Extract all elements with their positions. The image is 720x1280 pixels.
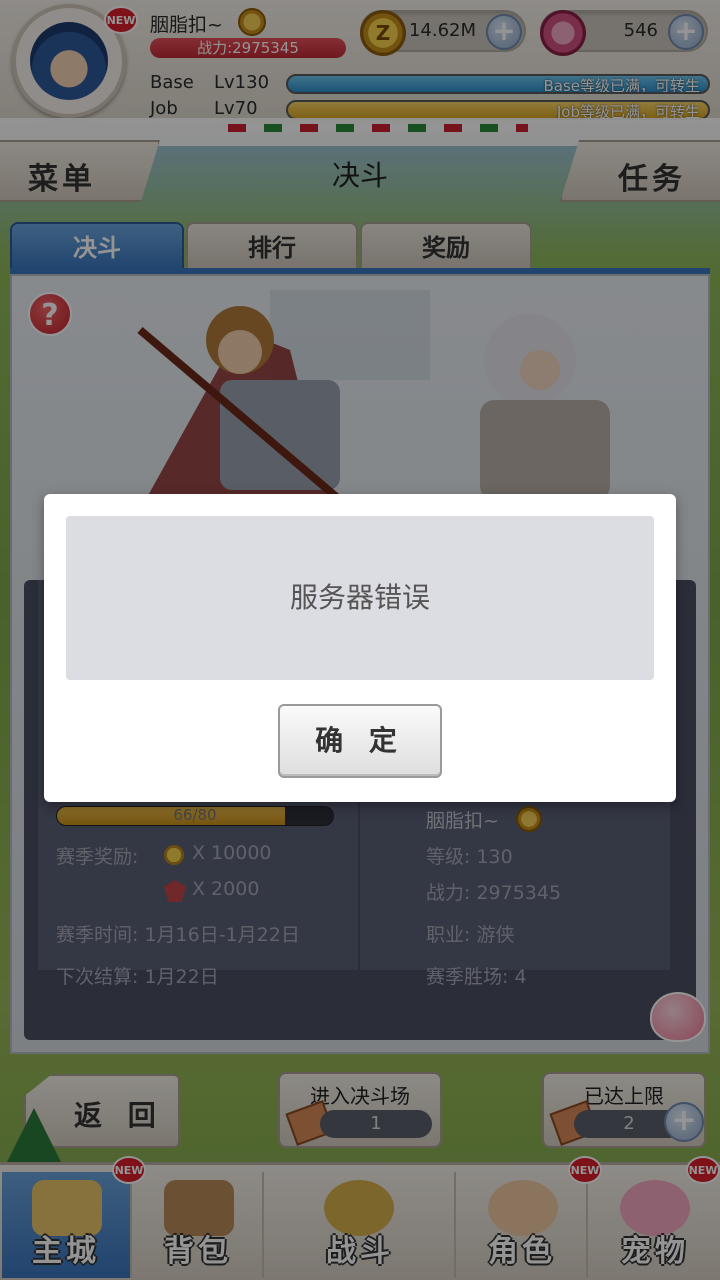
confirm-button[interactable]: 确 定 — [278, 704, 442, 778]
dialog-message: 服务器错误 — [66, 516, 654, 680]
error-dialog: 服务器错误 确 定 — [44, 494, 676, 802]
